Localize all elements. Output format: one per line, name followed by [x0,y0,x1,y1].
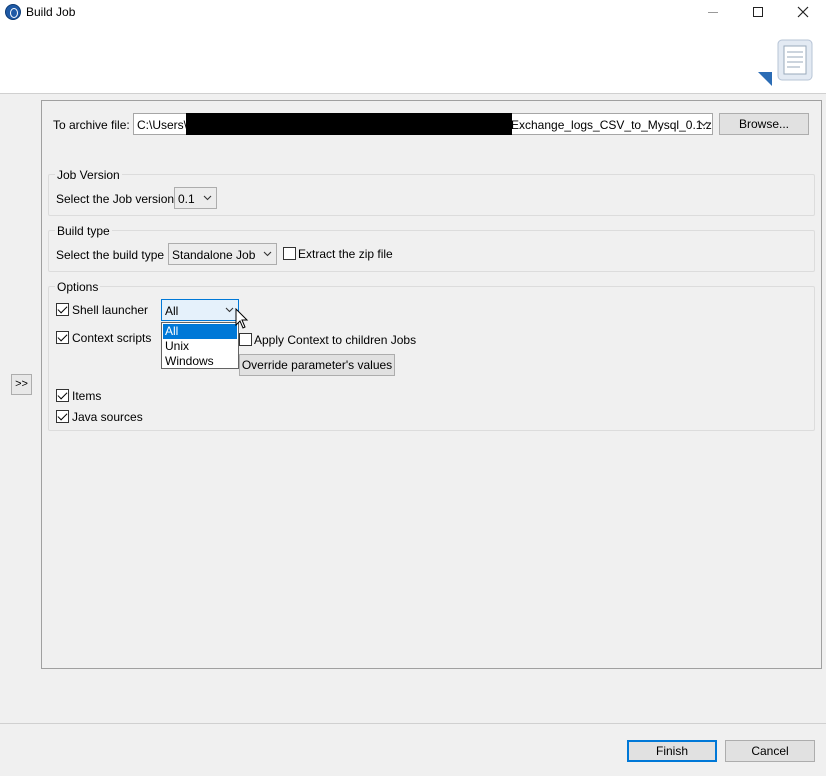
window-title: Build Job [26,5,76,19]
app-logo-icon [5,4,21,20]
items-checkbox[interactable] [56,389,69,402]
maximize-icon [753,7,763,18]
java-sources-checkbox[interactable] [56,410,69,423]
finish-button[interactable]: Finish [627,740,717,762]
mouse-cursor-icon [235,308,249,329]
close-button[interactable] [780,0,826,24]
dropdown-option-all[interactable]: All [163,324,237,339]
minimize-button[interactable] [690,0,736,24]
expand-tree-button[interactable]: >> [11,374,32,395]
redacted-path-block [186,113,512,135]
wizard-header [0,24,826,94]
items-label: Items [72,389,102,403]
extract-zip-checkbox[interactable] [283,247,296,260]
dropdown-option-unix[interactable]: Unix [163,339,237,354]
archive-path-start: C:\Users\ [137,118,188,132]
minimize-icon [708,11,718,13]
dropdown-option-windows[interactable]: Windows [163,354,237,369]
chevron-down-icon [225,307,234,313]
close-icon [797,6,809,18]
job-version-legend: Job Version [55,168,122,182]
chevron-down-icon [699,121,708,127]
shell-launcher-checkbox[interactable] [56,303,69,316]
job-version-select[interactable]: 0.1 [174,187,217,209]
title-bar: Build Job [0,0,826,24]
context-scripts-label: Context scripts [72,331,152,345]
build-type-value: Standalone Job [172,248,256,262]
extract-zip-label: Extract the zip file [298,247,393,261]
shell-launcher-value: All [165,304,179,318]
job-version-value: 0.1 [178,192,195,206]
build-type-label: Select the build type [56,248,165,262]
build-type-select[interactable]: Standalone Job [168,243,277,265]
archive-path-end: Exchange_logs_CSV_to_Mysql_0.1.z [511,118,712,132]
shell-launcher-label: Shell launcher [72,303,149,317]
job-version-label: Select the Job version [56,192,175,206]
apply-context-checkbox[interactable] [239,333,252,346]
chevron-down-icon [203,195,212,201]
footer-separator [0,723,826,724]
cancel-button[interactable]: Cancel [725,740,815,762]
override-parameters-button[interactable]: Override parameter's values [239,354,395,376]
java-sources-label: Java sources [72,410,143,424]
chevron-down-icon [263,251,272,257]
build-type-legend: Build type [55,224,112,238]
apply-context-label: Apply Context to children Jobs [254,333,417,347]
browse-button[interactable]: Browse... [719,113,809,135]
shell-launcher-select[interactable]: All [161,299,239,321]
maximize-button[interactable] [735,0,781,24]
options-legend: Options [55,280,101,294]
shell-launcher-dropdown-list: All Unix Windows [161,322,239,369]
archive-file-label: To archive file: [53,118,130,132]
context-scripts-checkbox[interactable] [56,331,69,344]
export-banner-icon [758,39,813,86]
